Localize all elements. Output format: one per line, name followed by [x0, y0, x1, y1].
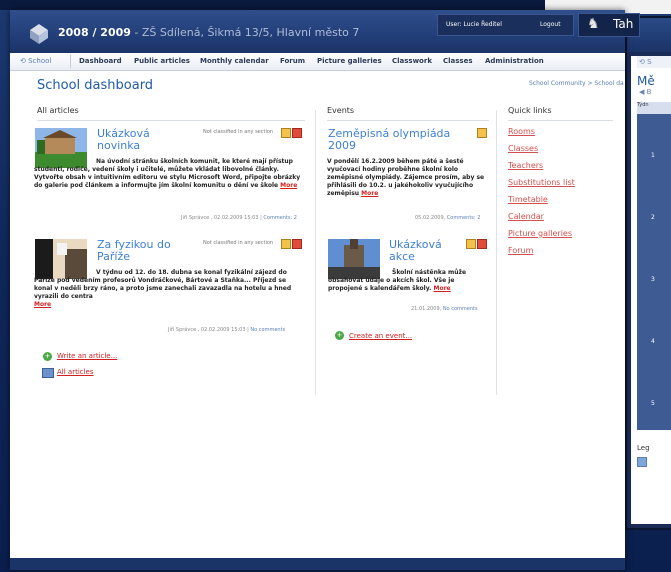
quick-link-teachers[interactable]: Teachers — [508, 161, 543, 170]
quick-link-picture-galleries[interactable]: Picture galleries — [508, 229, 572, 238]
brand-text: Tah — [613, 17, 634, 31]
delete-icon[interactable] — [292, 128, 302, 138]
more-link[interactable]: More — [361, 190, 378, 197]
event-body: Školní nástěnka může obsahovat údaje o a… — [328, 269, 467, 292]
page-title: School dashboard — [37, 78, 154, 93]
calendar-row-number: 2 — [651, 214, 655, 221]
edit-icon[interactable] — [281, 128, 291, 138]
nav-item-public-articles[interactable]: Public articles — [134, 57, 190, 65]
user-label[interactable]: User: Lucie Ředitel — [446, 21, 502, 28]
nav-divider — [70, 55, 71, 68]
all-articles-link[interactable]: All articles — [57, 368, 94, 376]
user-box: User: Lucie Ředitel Logout — [437, 14, 574, 36]
events-heading: Events — [327, 106, 355, 115]
footer-bar — [10, 558, 625, 570]
edit-icon[interactable] — [466, 239, 476, 249]
more-link[interactable]: More — [433, 285, 450, 292]
nav-item-dashboard[interactable]: Dashboard — [79, 57, 122, 65]
add-icon[interactable]: + — [43, 352, 52, 361]
calendar-row-number: 1 — [651, 152, 655, 159]
nav-item-classwork[interactable]: Classwork — [392, 57, 432, 65]
article-title[interactable]: Ukázková novinka — [97, 128, 150, 152]
background-nav: ⟲ S — [637, 56, 671, 68]
delete-icon[interactable] — [477, 239, 487, 249]
comments-link[interactable]: No comments — [250, 327, 285, 333]
quick-links-divider — [508, 120, 613, 121]
main-window: 2008 / 2009 - ZŠ Sdílená, Šikmá 13/5, Hl… — [10, 10, 640, 570]
article-meta: Jiří Správce , 02.02.2009 15:03 | No com… — [168, 327, 286, 333]
comments-link[interactable]: No comments — [443, 306, 478, 312]
nav-item-forum[interactable]: Forum — [280, 57, 305, 65]
background-back-icon[interactable]: ◀ B — [639, 88, 651, 96]
event-meta: 21.01.2009, No comments — [411, 306, 478, 312]
list-icon[interactable] — [42, 368, 54, 378]
articles-heading: All articles — [37, 106, 79, 115]
background-title: Mě — [637, 74, 655, 88]
column-divider — [496, 110, 497, 395]
article-body: Na úvodní stránku školních komunit, ke k… — [34, 158, 301, 189]
quick-link-calendar[interactable]: Calendar — [508, 212, 544, 221]
events-divider — [327, 120, 489, 121]
event-title[interactable]: Ukázková akce — [389, 239, 442, 263]
event-title[interactable]: Zeměpisná olympiáda 2009 — [328, 128, 450, 152]
calendar-row-number: 4 — [651, 338, 655, 345]
background-window[interactable]: ⟲ S Mě ◀ B Týdn 1 2 3 4 5 Leg — [625, 16, 671, 530]
nav-item-monthly-calendar[interactable]: Monthly calendar — [200, 57, 269, 65]
background-calendar: 1 2 3 4 5 — [637, 114, 671, 430]
background-legend: Leg — [637, 444, 650, 452]
calendar-row-number: 5 — [651, 400, 655, 407]
breadcrumb[interactable]: School Community > School da — [529, 80, 624, 87]
more-link[interactable]: More — [34, 301, 51, 308]
more-link[interactable]: More — [280, 182, 297, 189]
event-body: V pondělí 16.2.2009 během páté a šesté v… — [327, 158, 485, 197]
logout-link[interactable]: Logout — [540, 21, 561, 28]
articles-divider — [37, 120, 305, 121]
background-calendar-header: Týdn — [637, 102, 671, 114]
nav-item-picture-galleries[interactable]: Picture galleries — [317, 57, 382, 65]
write-article-link[interactable]: Write an article... — [57, 352, 117, 360]
school-year: 2008 / 2009 — [58, 26, 131, 39]
delete-icon[interactable] — [292, 239, 302, 249]
article-category: Not classified in any section — [203, 240, 274, 246]
quick-link-classes[interactable]: Classes — [508, 144, 538, 153]
school-location: - ZŠ Sdílená, Šikmá 13/5, Hlavní město 7 — [130, 26, 360, 39]
quick-links-heading: Quick links — [508, 106, 552, 115]
nav-item-school[interactable]: School — [20, 57, 51, 65]
brand-box: ♞ Tah — [578, 13, 640, 37]
calendar-row-number: 3 — [651, 276, 655, 283]
school-logo-icon — [30, 24, 48, 44]
edit-icon[interactable] — [477, 128, 487, 138]
main-nav: School Dashboard Public articles Monthly… — [10, 53, 625, 71]
nav-item-classes[interactable]: Classes — [443, 57, 473, 65]
background-window-body: ⟲ S Mě ◀ B Týdn 1 2 3 4 5 Leg — [631, 56, 671, 524]
article-body: V týdnu od 12. do 18. dubna se konal fyz… — [34, 269, 292, 308]
quick-link-substitutions[interactable]: Substitutions list — [508, 178, 575, 187]
edit-icon[interactable] — [281, 239, 291, 249]
quick-link-forum[interactable]: Forum — [508, 246, 533, 255]
create-event-link[interactable]: Create an event... — [349, 332, 412, 340]
comments-link[interactable]: Comments: 2 — [447, 215, 481, 221]
background-nav-icon: ⟲ S — [639, 58, 652, 66]
add-icon[interactable]: + — [335, 331, 344, 340]
nav-item-administration[interactable]: Administration — [485, 57, 544, 65]
article-title[interactable]: Za fyzikou do Paříže — [97, 239, 171, 263]
article-meta: Jiří Správce , 02.02.2009 15:03 | Commen… — [181, 215, 297, 221]
column-divider — [315, 110, 316, 395]
comments-link[interactable]: Comments: 2 — [263, 215, 297, 221]
app-header: 2008 / 2009 - ZŠ Sdílená, Šikmá 13/5, Hl… — [10, 10, 640, 53]
article-category: Not classified in any section — [203, 129, 274, 135]
brand-logo-icon: ♞ — [587, 16, 600, 32]
quick-link-timetable[interactable]: Timetable — [508, 195, 548, 204]
school-year-title: 2008 / 2009 - ZŠ Sdílená, Šikmá 13/5, Hl… — [58, 26, 359, 39]
event-meta: 05.02.2009, Comments: 2 — [415, 215, 481, 221]
legend-swatch — [637, 457, 647, 467]
quick-link-rooms[interactable]: Rooms — [508, 127, 535, 136]
